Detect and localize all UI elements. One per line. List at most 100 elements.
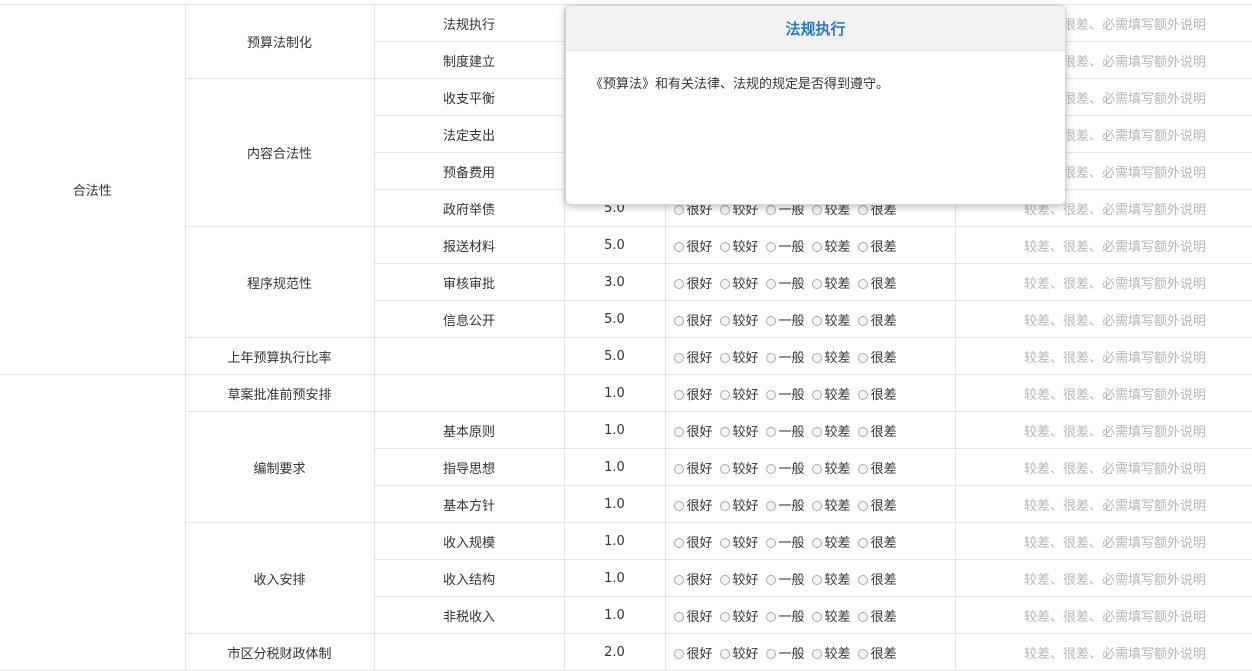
radio-icon[interactable] [857,648,868,659]
rating-option[interactable]: 较好 [719,347,759,366]
rating-option[interactable]: 很差 [857,643,897,662]
radio-icon[interactable] [765,574,776,585]
rating-option[interactable]: 很差 [857,569,897,588]
rating-option[interactable]: 很差 [857,384,897,403]
rating-option[interactable]: 较差 [811,310,851,329]
rating-option[interactable]: 很差 [857,532,897,551]
radio-icon[interactable] [673,611,684,622]
note-hint[interactable]: 较差、很差、必需填写额外说明 [954,596,1252,634]
rating-option[interactable]: 较差 [811,347,851,366]
radio-icon[interactable] [857,463,868,474]
note-hint[interactable]: 较差、很差、必需填写额外说明 [954,226,1252,264]
radio-icon[interactable] [857,352,868,363]
radio-icon[interactable] [673,352,684,363]
rating-option[interactable]: 较差 [811,569,851,588]
note-hint[interactable]: 较差、很差、必需填写额外说明 [954,374,1252,412]
radio-icon[interactable] [719,315,730,326]
radio-icon[interactable] [719,611,730,622]
note-hint[interactable]: 较差、很差、必需填写额外说明 [954,522,1252,560]
rating-option[interactable]: 很好 [673,347,713,366]
rating-option[interactable]: 很差 [857,421,897,440]
rating-option[interactable]: 一般 [765,458,805,477]
radio-icon[interactable] [857,389,868,400]
rating-option[interactable]: 较好 [719,606,759,625]
rating-option[interactable]: 较好 [719,273,759,292]
rating-option[interactable]: 一般 [765,421,805,440]
radio-icon[interactable] [811,648,822,659]
radio-icon[interactable] [765,426,776,437]
radio-icon[interactable] [811,204,822,215]
radio-icon[interactable] [673,389,684,400]
radio-icon[interactable] [765,537,776,548]
rating-option[interactable]: 很差 [857,273,897,292]
radio-icon[interactable] [811,426,822,437]
rating-option[interactable]: 较好 [719,458,759,477]
radio-icon[interactable] [857,204,868,215]
rating-option[interactable]: 较差 [811,643,851,662]
rating-option[interactable]: 很好 [673,569,713,588]
rating-option[interactable]: 很好 [673,273,713,292]
radio-icon[interactable] [719,574,730,585]
radio-icon[interactable] [765,389,776,400]
radio-icon[interactable] [765,204,776,215]
rating-option[interactable]: 一般 [765,347,805,366]
rating-option[interactable]: 较差 [811,458,851,477]
radio-icon[interactable] [765,315,776,326]
radio-icon[interactable] [765,500,776,511]
rating-option[interactable]: 一般 [765,569,805,588]
rating-option[interactable]: 较好 [719,421,759,440]
note-hint[interactable]: 较差、很差、必需填写额外说明 [954,448,1252,486]
rating-option[interactable]: 较差 [811,273,851,292]
radio-icon[interactable] [811,315,822,326]
rating-option[interactable]: 很好 [673,532,713,551]
rating-option[interactable]: 较好 [719,643,759,662]
radio-icon[interactable] [765,463,776,474]
radio-icon[interactable] [673,463,684,474]
rating-option[interactable]: 很差 [857,310,897,329]
rating-option[interactable]: 一般 [765,532,805,551]
radio-icon[interactable] [719,389,730,400]
radio-icon[interactable] [673,315,684,326]
rating-option[interactable]: 一般 [765,236,805,255]
radio-icon[interactable] [811,241,822,252]
note-hint[interactable]: 较差、很差、必需填写额外说明 [954,411,1252,449]
radio-icon[interactable] [765,278,776,289]
radio-icon[interactable] [857,426,868,437]
radio-icon[interactable] [857,500,868,511]
radio-icon[interactable] [673,426,684,437]
radio-icon[interactable] [719,352,730,363]
radio-icon[interactable] [673,500,684,511]
rating-option[interactable]: 一般 [765,273,805,292]
rating-option[interactable]: 很好 [673,236,713,255]
rating-option[interactable]: 很差 [857,236,897,255]
radio-icon[interactable] [673,574,684,585]
rating-option[interactable]: 很好 [673,495,713,514]
radio-icon[interactable] [719,648,730,659]
radio-icon[interactable] [765,648,776,659]
radio-icon[interactable] [673,241,684,252]
radio-icon[interactable] [673,278,684,289]
radio-icon[interactable] [811,352,822,363]
rating-option[interactable]: 一般 [765,643,805,662]
radio-icon[interactable] [673,537,684,548]
rating-option[interactable]: 一般 [765,606,805,625]
note-hint[interactable]: 较差、很差、必需填写额外说明 [954,300,1252,338]
radio-icon[interactable] [811,463,822,474]
radio-icon[interactable] [811,611,822,622]
rating-option[interactable]: 较好 [719,236,759,255]
rating-option[interactable]: 很好 [673,643,713,662]
radio-icon[interactable] [673,204,684,215]
radio-icon[interactable] [811,500,822,511]
rating-option[interactable]: 较好 [719,310,759,329]
radio-icon[interactable] [811,389,822,400]
rating-option[interactable]: 很差 [857,606,897,625]
rating-option[interactable]: 很好 [673,458,713,477]
radio-icon[interactable] [857,241,868,252]
radio-icon[interactable] [719,278,730,289]
radio-icon[interactable] [811,537,822,548]
radio-icon[interactable] [673,648,684,659]
radio-icon[interactable] [765,352,776,363]
rating-option[interactable]: 一般 [765,310,805,329]
radio-icon[interactable] [857,278,868,289]
note-hint[interactable]: 较差、很差、必需填写额外说明 [954,559,1252,597]
